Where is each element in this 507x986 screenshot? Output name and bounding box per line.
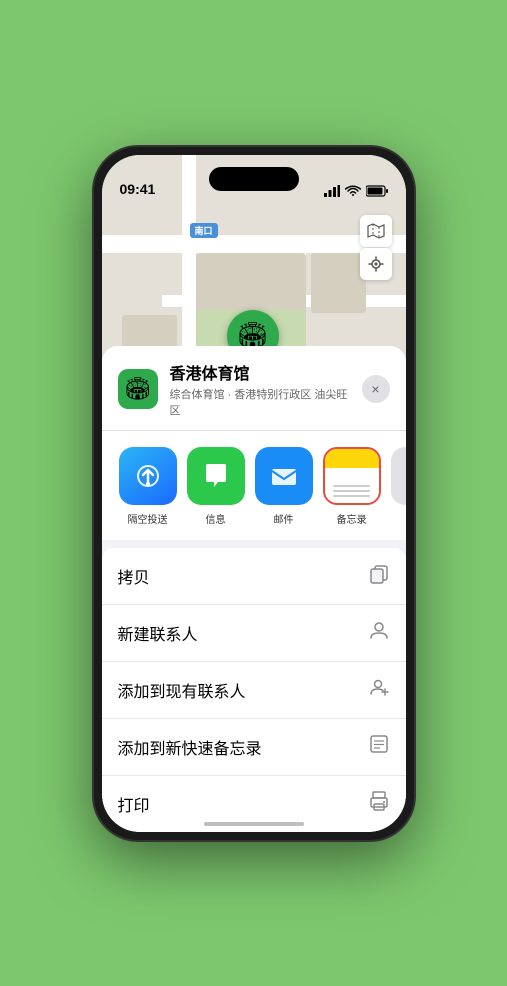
status-icons xyxy=(324,185,388,197)
battery-icon xyxy=(366,185,388,197)
location-button[interactable] xyxy=(360,248,392,280)
print-icon xyxy=(368,790,390,818)
mail-icon xyxy=(255,447,313,505)
wifi-icon xyxy=(345,185,361,197)
map-type-button[interactable] xyxy=(360,215,392,247)
map-label-tag: 南口 xyxy=(190,223,218,238)
home-indicator xyxy=(204,822,304,826)
mail-label: 邮件 xyxy=(274,511,294,526)
phone-screen: 09:41 xyxy=(102,155,406,832)
action-new-contact-label: 新建联系人 xyxy=(118,621,198,645)
notes-label: 备忘录 xyxy=(337,511,367,526)
notes-line2 xyxy=(333,490,371,492)
add-contact-icon xyxy=(368,676,390,704)
action-add-notes-label: 添加到新快速备忘录 xyxy=(118,735,262,759)
bottom-sheet: 🏟 香港体育馆 综合体育馆 · 香港特别行政区 油尖旺区 × xyxy=(102,346,406,832)
action-add-notes[interactable]: 添加到新快速备忘录 xyxy=(102,719,406,776)
venue-icon: 🏟 xyxy=(118,369,158,409)
messages-icon xyxy=(187,447,245,505)
action-copy[interactable]: 拷贝 xyxy=(102,548,406,605)
share-item-more[interactable]: 推 xyxy=(390,447,406,526)
action-copy-label: 拷贝 xyxy=(118,564,150,588)
airdrop-icon xyxy=(119,447,177,505)
status-time: 09:41 xyxy=(120,181,156,197)
share-item-airdrop[interactable]: 隔空投送 xyxy=(118,447,178,526)
action-new-contact[interactable]: 新建联系人 xyxy=(102,605,406,662)
share-item-mail[interactable]: 邮件 xyxy=(254,447,314,526)
notes-line1 xyxy=(333,485,371,487)
action-add-existing[interactable]: 添加到现有联系人 xyxy=(102,662,406,719)
quick-notes-icon xyxy=(368,733,390,761)
copy-icon xyxy=(368,562,390,590)
notes-icon-inner xyxy=(325,449,379,503)
venue-info: 香港体育馆 综合体育馆 · 香港特别行政区 油尖旺区 xyxy=(170,360,350,418)
share-item-notes[interactable]: 备忘录 xyxy=(322,447,382,526)
phone-frame: 09:41 xyxy=(94,147,414,840)
share-item-messages[interactable]: 信息 xyxy=(186,447,246,526)
action-print-label: 打印 xyxy=(118,792,150,816)
venue-close-button[interactable]: × xyxy=(362,375,390,403)
share-row: 隔空投送 信息 xyxy=(102,431,406,548)
action-list: 拷贝 新建联系人 xyxy=(102,548,406,832)
venue-header: 🏟 香港体育馆 综合体育馆 · 香港特别行政区 油尖旺区 × xyxy=(102,346,406,431)
map-controls xyxy=(360,215,392,280)
dynamic-island xyxy=(209,167,299,191)
notes-icon-container xyxy=(323,447,381,505)
action-add-existing-label: 添加到现有联系人 xyxy=(118,678,246,702)
airdrop-label: 隔空投送 xyxy=(128,511,168,526)
notes-line3 xyxy=(333,495,371,497)
new-contact-icon xyxy=(368,619,390,647)
venue-description: 综合体育馆 · 香港特别行政区 油尖旺区 xyxy=(170,386,350,418)
venue-name: 香港体育馆 xyxy=(170,360,350,384)
signal-icon xyxy=(324,185,340,197)
messages-label: 信息 xyxy=(206,511,226,526)
more-icon xyxy=(391,447,406,505)
